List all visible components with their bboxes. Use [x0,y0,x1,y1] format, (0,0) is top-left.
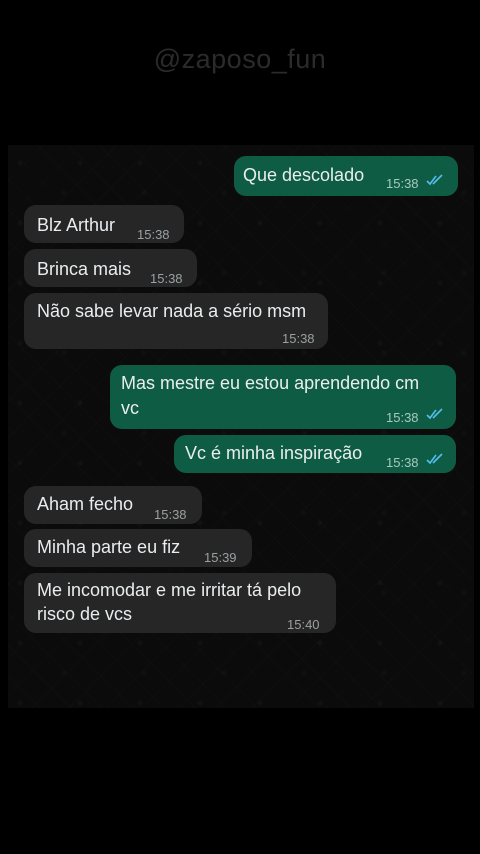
message-text: Aham fecho [37,494,134,514]
double-check-icon [426,174,443,186]
message-bubble-outgoing[interactable]: Vc é minha inspiração 15:38 [174,435,456,473]
message-time: 15:38 [386,410,419,425]
message-bubble-outgoing[interactable]: Mas mestre eu estou aprendendo cm vc 15:… [110,365,456,429]
message-bubble-outgoing[interactable]: Que descolado 15:38 [234,156,458,196]
message-text-line-1: Me incomodar e me irritar tá pelo [37,580,302,600]
message-time: 15:39 [204,550,237,565]
message-bubble-incoming[interactable]: Não sabe levar nada a sério msm 15:38 [24,293,328,349]
message-time: 15:40 [287,617,320,632]
message-text-line-1: Mas mestre eu estou aprendendo cm [121,373,420,393]
message-text: Brinca mais [37,259,132,279]
message-text-line-2: risco de vcs [37,604,133,624]
message-text: Que descolado [243,165,365,185]
message-text: Minha parte eu fiz [37,537,181,557]
message-text: Não sabe levar nada a sério msm [37,301,307,321]
message-bubble-incoming[interactable]: Minha parte eu fiz 15:39 [24,529,252,567]
message-time: 15:38 [282,331,315,346]
message-bubble-incoming[interactable]: Aham fecho 15:38 [24,486,202,524]
watermark: @zaposo_fun [153,44,327,74]
message-time: 15:38 [150,271,183,286]
message-text-line-2: vc [121,398,139,418]
message-bubble-incoming[interactable]: Me incomodar e me irritar tá pelo risco … [24,573,336,633]
message-text: Blz Arthur [37,215,116,235]
message-bubble-incoming[interactable]: Blz Arthur 15:38 [24,205,184,243]
message-time: 15:38 [137,227,170,242]
message-time: 15:38 [386,176,419,191]
message-time: 15:38 [386,455,419,470]
message-text: Vc é minha inspiração [185,443,363,463]
double-check-icon [426,453,443,465]
double-check-icon [426,408,443,420]
chat-area: Que descolado 15:38 Blz Arthur 15:38 Bri… [8,145,474,708]
message-bubble-incoming[interactable]: Brinca mais 15:38 [24,249,197,287]
message-time: 15:38 [154,507,187,522]
